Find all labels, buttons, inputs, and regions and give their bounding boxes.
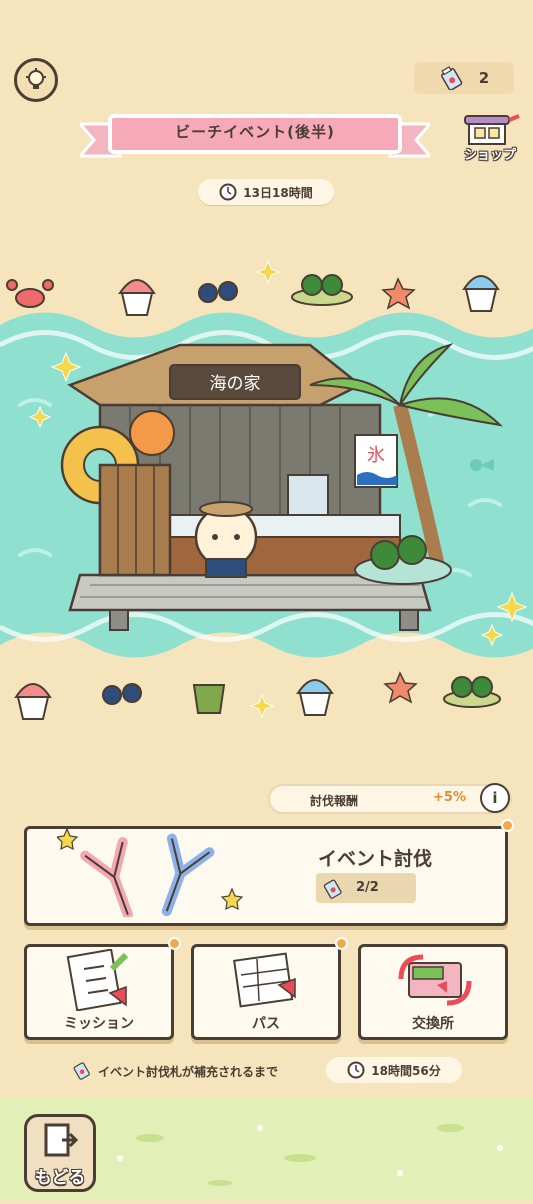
- slingshot-icon: [57, 827, 244, 917]
- refill-time-text: 18時間56分: [371, 1063, 441, 1078]
- calendar-pass-icon: [233, 952, 296, 1008]
- door-exit-icon: [44, 1123, 79, 1157]
- mission-label: ミッション: [64, 1016, 134, 1032]
- shaved-ice-strawberry-icon-2: [14, 683, 52, 720]
- crab-icon: [6, 279, 54, 308]
- shaved-ice-blue-icon: [462, 275, 500, 312]
- reward-bonus-label: 討伐報酬: [310, 794, 359, 808]
- info-icon: i: [492, 789, 498, 807]
- shaved-ice-blue-icon-2: [296, 679, 334, 716]
- goggles-icon-2: [102, 683, 142, 705]
- bucket-icon: [192, 684, 226, 714]
- ticket-counter: 2: [414, 62, 514, 94]
- mission-notification-dot: [168, 937, 181, 950]
- starfish-icon-2: [383, 671, 418, 704]
- clock-icon: [219, 183, 237, 201]
- reward-bonus-pill: [268, 784, 512, 814]
- checklist-icon: [66, 949, 129, 1011]
- shaved-ice-strawberry-icon: [118, 279, 156, 316]
- event-remaining-timer: 13日18時間: [198, 179, 334, 205]
- reward-bonus-value: +5%: [433, 790, 466, 805]
- battle-ticket-count: 2/2: [356, 880, 379, 895]
- pass-label: パス: [252, 1016, 280, 1032]
- event-title: ビーチイベント(後半): [175, 123, 335, 141]
- remaining-time-text: 13日18時間: [243, 185, 313, 200]
- pass-notification-dot: [335, 937, 348, 950]
- signboard-text: 海の家: [210, 374, 261, 394]
- exchange-icon: [398, 954, 472, 1006]
- event-battle-button[interactable]: [24, 826, 508, 926]
- ticket-icon: [440, 66, 462, 90]
- watermelon-basket-icon: [291, 274, 353, 306]
- lightbulb-icon: [26, 68, 46, 89]
- battle-notification-dot: [501, 819, 514, 832]
- event-battle-title: イベント討伐: [317, 848, 432, 870]
- ticket-icon: [323, 879, 342, 899]
- shop-label: ショップ: [463, 148, 516, 163]
- goggles-icon: [198, 281, 238, 303]
- refill-message: イベント討伐札が補充されるまで: [98, 1065, 279, 1079]
- beach-scene: 海の家 氷: [0, 259, 533, 720]
- ticket-count: 2: [478, 69, 490, 87]
- clock-icon: [347, 1061, 365, 1079]
- kakigori-flag-text: 氷: [367, 445, 385, 466]
- exchange-label: 交換所: [412, 1016, 454, 1032]
- watermelon-basket-icon-2: [443, 676, 501, 708]
- starfish-icon: [381, 277, 416, 310]
- hint-button[interactable]: [14, 58, 58, 102]
- ticket-icon: [73, 1062, 90, 1080]
- refill-timer: 18時間56分: [326, 1057, 462, 1083]
- back-label: もどる: [34, 1168, 86, 1188]
- info-button[interactable]: i: [480, 783, 510, 813]
